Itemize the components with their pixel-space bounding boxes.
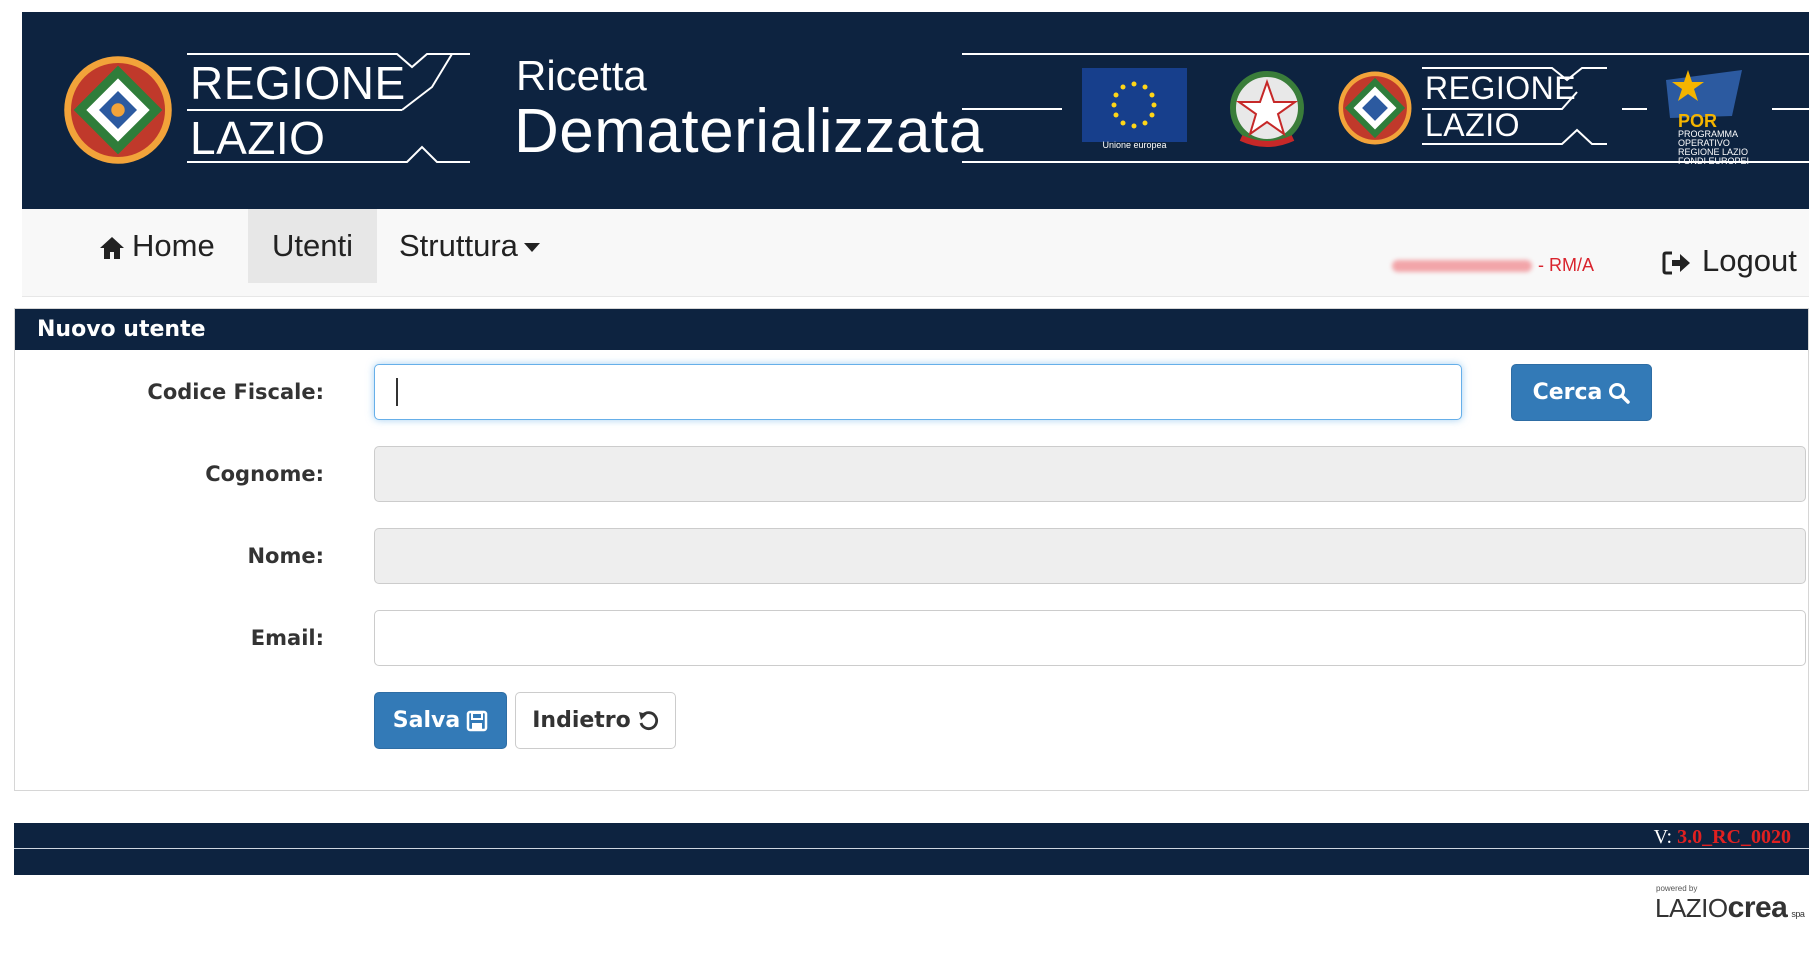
cognome-label: Cognome: [205, 462, 324, 486]
nav-home-label: Home [132, 228, 215, 263]
search-icon [1609, 383, 1631, 404]
version-number: 3.0_RC_0020 [1677, 826, 1791, 848]
por-caption: PROGRAMMA OPERATIVO REGIONE LAZIO FONDI … [1678, 129, 1750, 166]
nav-utenti[interactable]: Utenti [248, 209, 377, 283]
salva-button-label: Salva [392, 708, 461, 733]
salva-button[interactable]: Salva [374, 692, 507, 749]
logout-label: Logout [1702, 243, 1797, 278]
nav-home[interactable]: Home [74, 209, 239, 283]
indietro-button[interactable]: Indietro [515, 692, 676, 749]
footer-divider [14, 848, 1809, 849]
laziocrea-lazio: LAZIO [1655, 893, 1728, 923]
por-title: POR [1678, 111, 1718, 131]
email-input[interactable] [374, 610, 1806, 666]
nav-struttura-label: Struttura [399, 228, 518, 263]
page: { "header": { "logo_line1": "REGIONE", "… [0, 0, 1809, 967]
codice-fiscale-input[interactable] [374, 364, 1462, 420]
nav-struttura-dropdown[interactable]: Struttura [375, 209, 564, 283]
logout-icon [1662, 251, 1690, 275]
caret-down-icon [523, 243, 540, 253]
small-logo-text-lazio: LAZIO [1425, 107, 1520, 143]
save-icon [466, 710, 488, 732]
logout-link[interactable]: Logout [1662, 243, 1797, 279]
redacted-username [1392, 260, 1532, 273]
version-label: V: 3.0_RC_0020 [1654, 826, 1791, 849]
cerca-button-label: Cerca [1532, 380, 1603, 405]
indietro-button-label: Indietro [532, 708, 631, 733]
panel-title: Nuovo utente [15, 309, 1808, 350]
current-user-info: - RM/A [1392, 255, 1594, 276]
laziocrea-crea: crea [1727, 891, 1788, 924]
header-banner: REGIONE LAZIO Ricetta Dematerializzata U… [22, 12, 1809, 209]
nav-utenti-label: Utenti [272, 228, 353, 263]
text-cursor [396, 378, 398, 406]
laziocrea-spa: spa [1791, 909, 1805, 919]
nome-label: Nome: [247, 544, 324, 568]
home-icon [100, 236, 124, 259]
email-label: Email: [250, 626, 324, 650]
cerca-button[interactable]: Cerca [1511, 364, 1652, 421]
por-text: POR PROGRAMMA OPERATIVO REGIONE LAZIO FO… [1678, 112, 1768, 166]
codice-fiscale-label: Codice Fiscale: [147, 380, 324, 404]
small-logo-lines [1422, 67, 1607, 145]
footer-bar: V: 3.0_RC_0020 [14, 823, 1809, 875]
undo-icon [638, 711, 658, 731]
navbar: Home Utenti Struttura - RM/A Logout [22, 209, 1809, 297]
nome-input [374, 528, 1806, 584]
user-unit: - RM/A [1538, 255, 1594, 275]
small-logo-text-regione: REGIONE [1425, 70, 1577, 106]
version-prefix: V: [1653, 826, 1673, 848]
laziocrea-logo: LAZIOcrea spa [1655, 891, 1805, 925]
cognome-input [374, 446, 1806, 502]
